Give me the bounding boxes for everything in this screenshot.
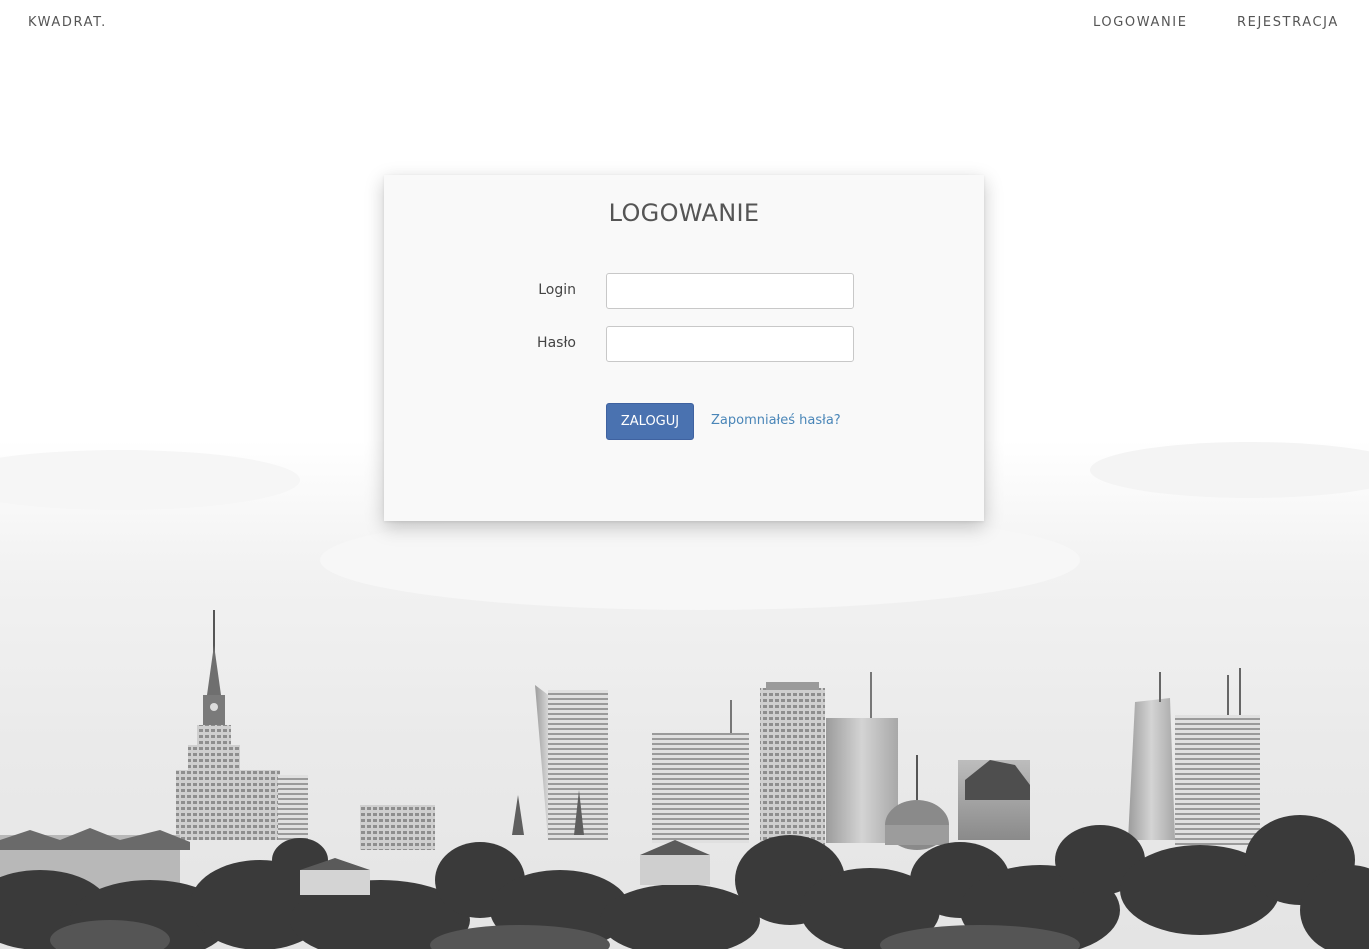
password-label: Hasło [537,335,576,351]
login-submit-button[interactable]: ZALOGUJ [606,403,694,440]
password-input[interactable] [606,326,854,362]
login-title: LOGOWANIE [608,199,760,227]
nav-login-link[interactable]: LOGOWANIE [1093,15,1188,30]
forgot-password-link[interactable]: Zapomniałeś hasła? [711,413,841,428]
login-card: LOGOWANIE Login Hasło ZALOGUJ Zapomniałe… [384,175,984,521]
login-input[interactable] [606,273,854,309]
nav-register-link[interactable]: REJESTRACJA [1237,15,1339,30]
login-label: Login [538,282,576,298]
page: KWADRAT. LOGOWANIE REJESTRACJA LOGOWANIE… [0,0,1369,949]
brand-logo[interactable]: KWADRAT. [28,15,107,30]
